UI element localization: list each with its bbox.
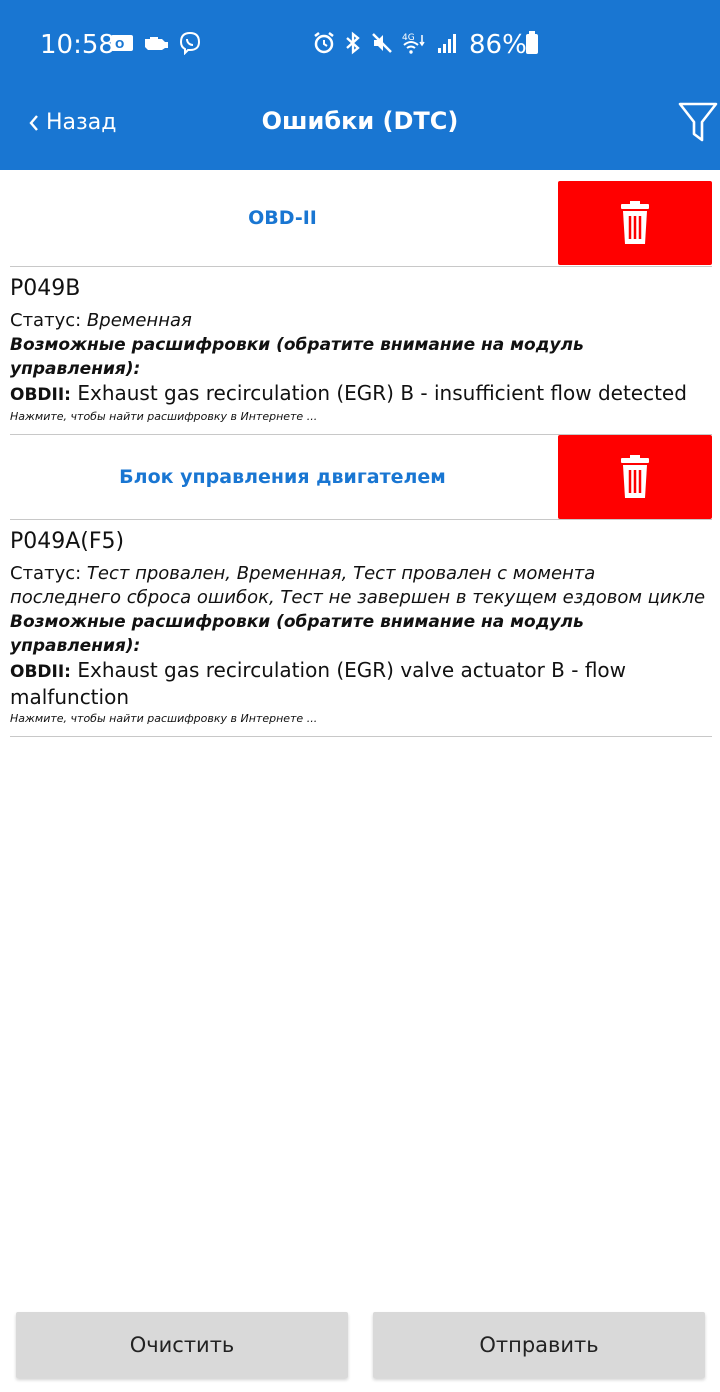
outlook-icon: O (111, 35, 133, 51)
dtc-item[interactable]: P049A(F5) Статус: Тест провален, Временн… (0, 520, 720, 736)
engine-icon (145, 37, 168, 50)
status-time: 10:58 (40, 30, 115, 60)
search-online-link[interactable]: Нажмите, чтобы найти расшифровку в Интер… (10, 408, 710, 434)
dtc-list: OBD-II P049B Статус: Временная Возможные… (0, 170, 720, 737)
alarm-icon (314, 32, 334, 54)
signal-icon (438, 34, 456, 53)
mute-icon (372, 33, 392, 53)
battery-percent: 86% (469, 30, 527, 60)
delete-button-obd[interactable] (558, 181, 712, 265)
section-title-ecu[interactable]: Блок управления двигателем (10, 435, 555, 519)
status-left-icons: O (110, 31, 202, 55)
decode-line: OBDII: Exhaust gas recirculation (EGR) v… (10, 658, 710, 710)
viber-icon (179, 31, 201, 55)
trash-icon (621, 455, 649, 498)
svg-text:O: O (115, 38, 124, 51)
status-label: Статус: (10, 563, 82, 584)
status-bar: 10:58 O 4G 86% (0, 0, 720, 90)
search-online-link[interactable]: Нажмите, чтобы найти расшифровку в Интер… (10, 710, 710, 736)
dtc-item[interactable]: P049B Статус: Временная Возможные расшиф… (0, 267, 720, 434)
page-title: Ошибки (DTC) (261, 107, 459, 135)
decode-line: OBDII: Exhaust gas recirculation (EGR) B… (10, 381, 710, 408)
section-header-ecu: Блок управления двигателем (0, 435, 720, 519)
filter-button[interactable] (678, 100, 718, 148)
status-value: Временная (86, 310, 192, 331)
wifi-4g-icon: 4G (402, 33, 425, 54)
delete-button-ecu[interactable] (558, 435, 712, 519)
dtc-code: P049A(F5) (10, 529, 125, 554)
nav-bar: Назад Ошибки (DTC) (0, 90, 720, 170)
bottom-actions: Очистить Отправить (0, 1312, 720, 1378)
section-header-obd: OBD-II (0, 170, 720, 266)
bluetooth-icon (346, 31, 360, 55)
decode-title: Возможные расшифровки (обратите внимание… (10, 335, 584, 379)
decode-text: Exhaust gas recirculation (EGR) valve ac… (10, 658, 627, 709)
send-button[interactable]: Отправить (373, 1312, 705, 1378)
section-title-obd[interactable]: OBD-II (10, 170, 555, 266)
decode-source: OBDII: (10, 662, 71, 682)
status-right-icons: 4G (312, 31, 458, 55)
battery-icon (526, 31, 538, 54)
filter-icon (678, 102, 718, 142)
decode-source: OBDII: (10, 385, 71, 405)
app-header: 10:58 O 4G 86% Назад Ошибки (DTC) (0, 0, 720, 170)
dtc-status: Статус: Тест провален, Временная, Тест п… (10, 562, 710, 610)
dtc-code: P049B (10, 276, 81, 301)
status-value: Тест провален, Временная, Тест провален … (10, 563, 706, 608)
decode-title: Возможные расшифровки (обратите внимание… (10, 612, 584, 656)
dtc-status: Статус: Временная (10, 309, 710, 333)
divider (10, 736, 712, 737)
status-label: Статус: (10, 310, 82, 331)
clear-button[interactable]: Очистить (16, 1312, 348, 1378)
decode-text: Exhaust gas recirculation (EGR) B - insu… (77, 381, 687, 405)
trash-icon (621, 201, 649, 244)
